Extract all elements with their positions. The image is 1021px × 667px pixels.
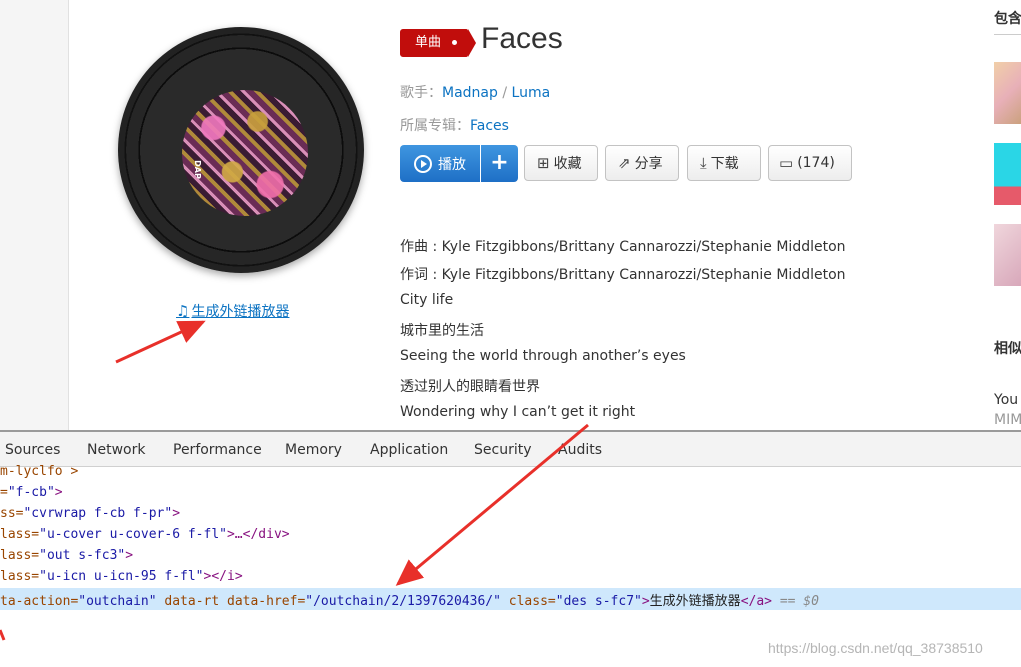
playlist-thumbnail[interactable] — [994, 224, 1021, 286]
tab-sources[interactable]: Sources — [5, 442, 60, 458]
artist-line: 歌手：Madnap / Luma — [400, 85, 551, 101]
song-title: Faces — [481, 22, 563, 55]
lyric-line: City life — [400, 292, 454, 308]
collect-button[interactable]: ⊞ 收藏 — [524, 145, 598, 181]
included-heading: 包含 — [994, 11, 1021, 27]
artist-link-madnap[interactable]: Madnap — [442, 85, 498, 101]
dom-line[interactable]: lass="out s-fc3"> — [0, 548, 133, 563]
album-label: 所属专辑： — [400, 118, 470, 134]
dom-attr-name: lass= — [0, 527, 40, 542]
lyric-line: Wondering why I can’t get it right — [400, 404, 636, 420]
dom-tag-rest: >…</div> — [226, 527, 290, 542]
dom-line[interactable]: lass="u-cover u-cover-6 f-fl">…</div> — [0, 527, 290, 542]
dom-line-text: m-lyclfo > — [0, 464, 79, 479]
music-note-icon: ♫ — [176, 302, 190, 320]
devtools-panel: Sources Network Performance Memory Appli… — [0, 430, 1021, 667]
dom-attr-name: ta-action= — [0, 594, 79, 609]
dom-tag-rest: ></i> — [203, 569, 243, 584]
song-page: DAP ♫ 生成外链播放器 单曲 Faces 歌手：Madnap / Luma … — [0, 0, 1021, 430]
watermark: https://blog.csdn.net/qq_38738510 — [768, 640, 983, 656]
share-icon: ⇗ — [618, 154, 631, 172]
tab-application[interactable]: Application — [370, 442, 448, 458]
collect-label: 收藏 — [553, 156, 582, 172]
dom-attr-value: "u-cover u-cover-6 f-fl" — [39, 527, 227, 542]
dom-attr-value: "des s-fc7" — [555, 594, 642, 609]
similar-song-title[interactable]: You — [994, 392, 1018, 408]
similar-heading: 相似 — [994, 341, 1021, 357]
dom-attr-name: lass= — [0, 569, 40, 584]
tab-network[interactable]: Network — [87, 442, 145, 458]
dom-attr-value: "cvrwrap f-cb f-pr" — [23, 506, 173, 521]
dom-attr-value: "out s-fc3" — [39, 548, 126, 563]
album-link[interactable]: Faces — [470, 118, 509, 134]
comment-icon: ▭ — [779, 154, 794, 172]
artist-link-luma[interactable]: Luma — [512, 85, 551, 101]
dom-attr-value: "u-icn u-icn-95 f-fl" — [39, 569, 204, 584]
single-tag: 单曲 — [400, 29, 476, 57]
comment-button[interactable]: ▭ (174) — [768, 145, 852, 181]
console-ref: == $0 — [772, 594, 819, 609]
add-to-playlist-button[interactable]: + — [481, 145, 518, 182]
dom-close-tag: </a> — [740, 594, 772, 609]
share-label: 分享 — [634, 156, 663, 172]
tab-performance[interactable]: Performance — [173, 442, 262, 458]
playlist-thumbnail[interactable] — [994, 62, 1021, 124]
heading-divider — [994, 34, 1021, 35]
play-icon — [414, 154, 432, 173]
single-tag-label: 单曲 — [415, 35, 442, 50]
dom-text-node: 生成外链播放器 — [649, 594, 741, 609]
dom-attr-value: "/outchain/2/1397620436/" — [305, 594, 501, 609]
outchain-player-link[interactable]: ♫ 生成外链播放器 — [176, 301, 289, 321]
share-button[interactable]: ⇗ 分享 — [605, 145, 679, 181]
dom-attr-value: "outchain" — [78, 594, 157, 609]
dom-attr-name: data-rt data-href= — [156, 594, 306, 609]
lyric-line: Seeing the world through another’s eyes — [400, 348, 686, 364]
dom-attr-value: "f-cb" — [7, 485, 55, 500]
playlist-thumbnail[interactable] — [994, 143, 1021, 205]
selected-dom-line[interactable]: ta-action="outchain" data-rt data-href="… — [0, 590, 819, 609]
album-line: 所属专辑：Faces — [400, 115, 509, 135]
dom-attr-name: lass= — [0, 548, 40, 563]
devtools-tab-bar: Sources Network Performance Memory Appli… — [0, 432, 1021, 467]
folder-plus-icon: ⊞ — [537, 154, 550, 172]
dom-line[interactable]: ss="cvrwrap f-cb f-pr"> — [0, 506, 180, 521]
cover-text: DAP — [192, 160, 202, 179]
album-cover-image — [182, 90, 308, 216]
comment-count: (174) — [797, 155, 835, 171]
tab-security[interactable]: Security — [474, 442, 532, 458]
lyric-line: 透过别人的眼睛看世界 — [400, 379, 540, 395]
download-icon: ⤓ — [700, 154, 707, 172]
outchain-label: 生成外链播放器 — [191, 304, 290, 320]
tab-memory[interactable]: Memory — [285, 442, 342, 458]
download-button[interactable]: ⤓ 下载 — [687, 145, 761, 181]
lyric-line: 作词 : Kyle Fitzgibbons/Brittany Cannarozz… — [400, 267, 846, 283]
dom-attr-name: ss= — [0, 506, 24, 521]
dom-line[interactable]: lass="u-icn u-icn-95 f-fl"></i> — [0, 569, 243, 584]
lyric-line: 作曲 : Kyle Fitzgibbons/Brittany Cannarozz… — [400, 239, 846, 255]
dom-attr-name: class= — [500, 594, 556, 609]
dom-line[interactable]: m-lyclfo > — [0, 464, 78, 479]
tab-audits[interactable]: Audits — [558, 442, 602, 458]
play-label: 播放 — [438, 156, 466, 173]
lyric-line: 城市里的生活 — [400, 323, 484, 339]
play-button[interactable]: 播放 — [400, 145, 480, 182]
artist-label: 歌手： — [400, 85, 442, 101]
download-label: 下载 — [710, 156, 739, 172]
similar-song-artist[interactable]: MIM — [994, 412, 1021, 428]
dom-line[interactable]: ="f-cb"> — [0, 485, 63, 500]
